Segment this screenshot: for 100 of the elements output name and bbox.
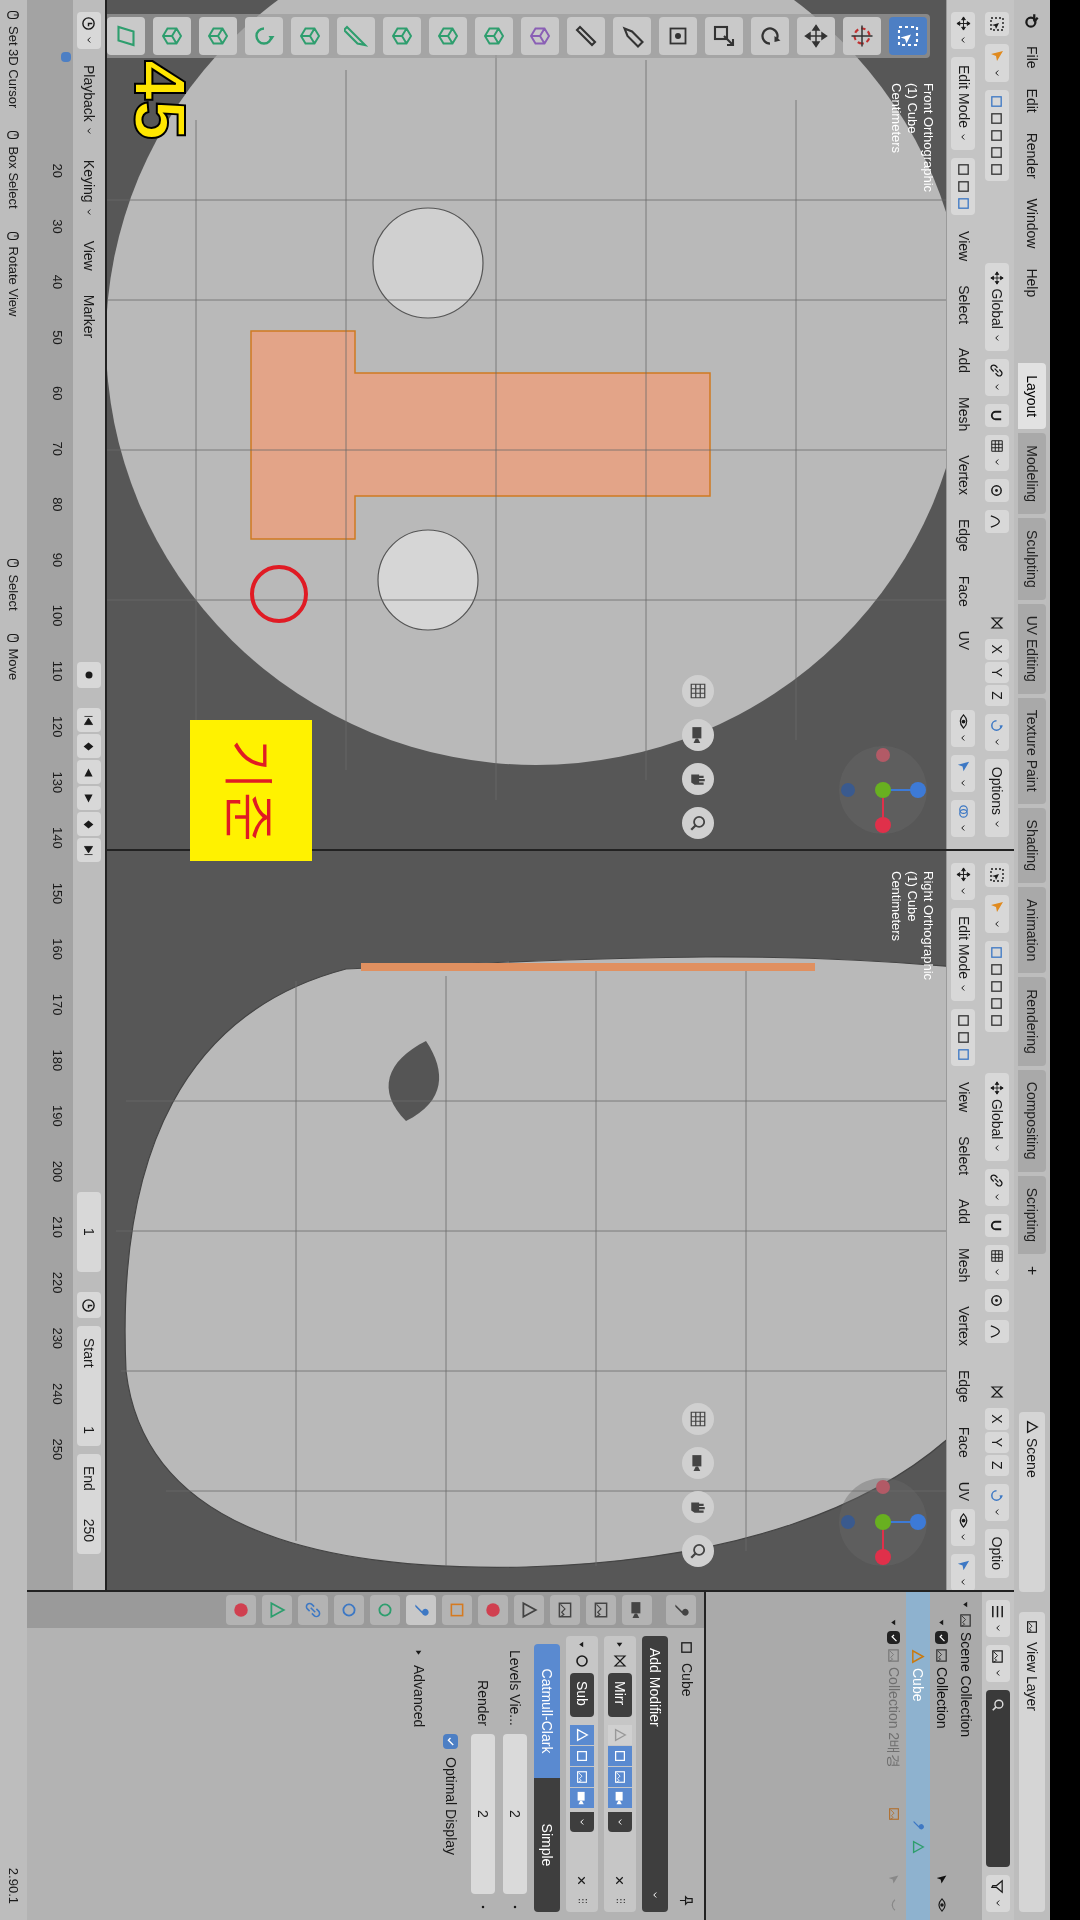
menu-item[interactable]: Face — [951, 567, 976, 615]
status-hint: Box Select — [5, 146, 23, 209]
frame-number: 140 — [49, 826, 66, 851]
frame-number: 240 — [49, 1382, 66, 1407]
menu-item[interactable]: File — [1019, 38, 1045, 77]
subdivision-type-tab[interactable]: Simple — [534, 1778, 560, 1912]
scene-name: Scene — [1023, 1438, 1042, 1478]
menu-item[interactable]: Edit — [1019, 80, 1045, 121]
frame-number: 180 — [49, 1048, 66, 1074]
frame-number: 170 — [49, 992, 66, 1018]
end-frame-field[interactable]: End 250 — [77, 1454, 101, 1554]
menu-item[interactable]: UV — [951, 1473, 976, 1510]
workspace-tab[interactable]: UV Editing — [1018, 603, 1046, 694]
menu-item[interactable]: Select — [951, 277, 976, 333]
frame-number: 30 — [49, 218, 66, 236]
menu-item[interactable]: Mesh — [951, 389, 976, 440]
frame-number: 40 — [49, 273, 66, 292]
axis-toggle[interactable]: X — [985, 1408, 1009, 1430]
number-field[interactable]: 2 — [503, 1734, 527, 1894]
axis-toggle[interactable]: Y — [985, 1431, 1009, 1453]
mode-dropdown[interactable]: Edit Mode — [951, 908, 976, 1002]
menu-item[interactable]: UV — [951, 622, 976, 659]
axis-toggle[interactable]: Z — [985, 685, 1009, 706]
axis-toggle[interactable]: Z — [985, 1454, 1009, 1476]
menu-item[interactable]: Render — [1019, 124, 1045, 187]
frame-number: 50 — [49, 329, 66, 347]
status-hint: Select — [5, 574, 23, 611]
axis-toggle[interactable]: Y — [985, 661, 1009, 684]
workspace-tab[interactable]: Sculpting — [1018, 518, 1046, 600]
menu-item[interactable]: Marker — [77, 286, 101, 347]
menu-item[interactable]: Keying — [77, 151, 101, 225]
orientation-dropdown[interactable]: Global — [985, 262, 1009, 351]
menu-item[interactable]: Edge — [951, 1361, 976, 1411]
modifier-name-field[interactable]: Mirr — [608, 1673, 632, 1717]
menu-item[interactable]: Window — [1019, 190, 1045, 257]
frame-number: 80 — [49, 496, 66, 514]
status-hint: Rotate View — [5, 246, 23, 317]
view-name: Right Orthographic — [920, 871, 936, 981]
workspace-tab[interactable]: Modeling — [1018, 433, 1046, 515]
menu-item[interactable]: Edge — [951, 510, 976, 560]
units-label: Centimeters — [888, 871, 904, 944]
outliner-item[interactable]: Scene Collection — [955, 1632, 977, 1738]
workspace-tab[interactable]: Layout — [1018, 363, 1046, 430]
view-name: Front Orthographic — [920, 83, 936, 193]
modifier-name-field[interactable]: Sub — [570, 1673, 594, 1717]
status-hint: Set 3D Cursor — [5, 26, 23, 109]
frame-number: 120 — [49, 714, 66, 740]
menu-item[interactable]: Select — [951, 1128, 976, 1184]
menu-item[interactable]: Vertex — [951, 447, 976, 503]
frame-number: 250 — [49, 1437, 66, 1463]
menu-item[interactable]: Playback — [77, 57, 101, 144]
outliner-item[interactable]: Collection — [931, 1667, 953, 1729]
view-layer-selector[interactable]: View Layer — [1019, 1612, 1045, 1912]
checkbox-label: Optimal Display — [442, 1757, 461, 1856]
options-dropdown[interactable]: Options — [985, 758, 1009, 837]
frame-number: 150 — [49, 881, 66, 907]
workspace-tab[interactable]: Shading — [1018, 807, 1046, 883]
axis-toggle[interactable]: X — [985, 638, 1009, 660]
advanced-subpanel-toggle[interactable]: Advanced — [406, 1636, 432, 1912]
menu-item[interactable]: Mesh — [951, 1240, 976, 1291]
view-layer-name: View Layer — [1023, 1642, 1042, 1711]
step-number-annotation: 45 — [120, 60, 200, 141]
frame-number: 100 — [49, 603, 66, 629]
start-frame-field[interactable]: Start 1 — [77, 1326, 101, 1446]
number-field[interactable]: 2 — [471, 1734, 495, 1894]
subdivision-type-tab[interactable]: Catmull-Clark — [534, 1644, 560, 1778]
status-hint: Move — [5, 648, 23, 681]
frame-number: 90 — [49, 551, 66, 570]
mode-dropdown[interactable]: Edit Mode — [951, 57, 976, 151]
units-label: Centimeters — [888, 83, 904, 156]
frame-number: 70 — [49, 440, 66, 458]
workspace-tab[interactable]: Scripting — [1018, 1175, 1046, 1255]
menu-item[interactable]: View — [951, 1074, 976, 1121]
options-dropdown[interactable]: Optio — [985, 1528, 1009, 1578]
current-frame-field[interactable]: 1 — [77, 1192, 101, 1272]
object-name: (1) Cube — [904, 871, 920, 924]
workspace-tab[interactable]: Texture Paint — [1018, 697, 1046, 804]
version-label: 2.90.1 — [5, 1867, 23, 1904]
add-modifier-dropdown[interactable]: Add Modifier — [642, 1636, 668, 1912]
scene-selector[interactable]: Scene — [1019, 1412, 1045, 1592]
menu-item[interactable]: Help — [1019, 260, 1045, 306]
menu-item[interactable]: View — [951, 223, 976, 270]
workspace-tab[interactable]: Animation — [1018, 886, 1046, 974]
menu-item[interactable]: Vertex — [951, 1298, 976, 1354]
orientation-dropdown[interactable]: Global — [985, 1072, 1009, 1162]
workspace-tab[interactable]: Rendering — [1018, 977, 1046, 1066]
frame-number: 130 — [49, 770, 66, 796]
frame-number: 220 — [49, 1270, 66, 1296]
object-name: Cube — [678, 1663, 697, 1697]
menu-item[interactable]: Add — [951, 1191, 976, 1232]
frame-number: 110 — [49, 659, 66, 684]
highlight-label: 기준 — [190, 720, 312, 861]
menu-item[interactable]: View — [77, 232, 101, 279]
workspace-tab[interactable]: Compositing — [1018, 1069, 1046, 1172]
frame-number: 230 — [49, 1326, 66, 1352]
object-name: (1) Cube — [904, 83, 920, 136]
menu-item[interactable]: Face — [951, 1418, 976, 1466]
add-workspace-button[interactable]: + — [1019, 1258, 1045, 1284]
frame-number: 160 — [49, 937, 66, 962]
menu-item[interactable]: Add — [951, 340, 976, 381]
